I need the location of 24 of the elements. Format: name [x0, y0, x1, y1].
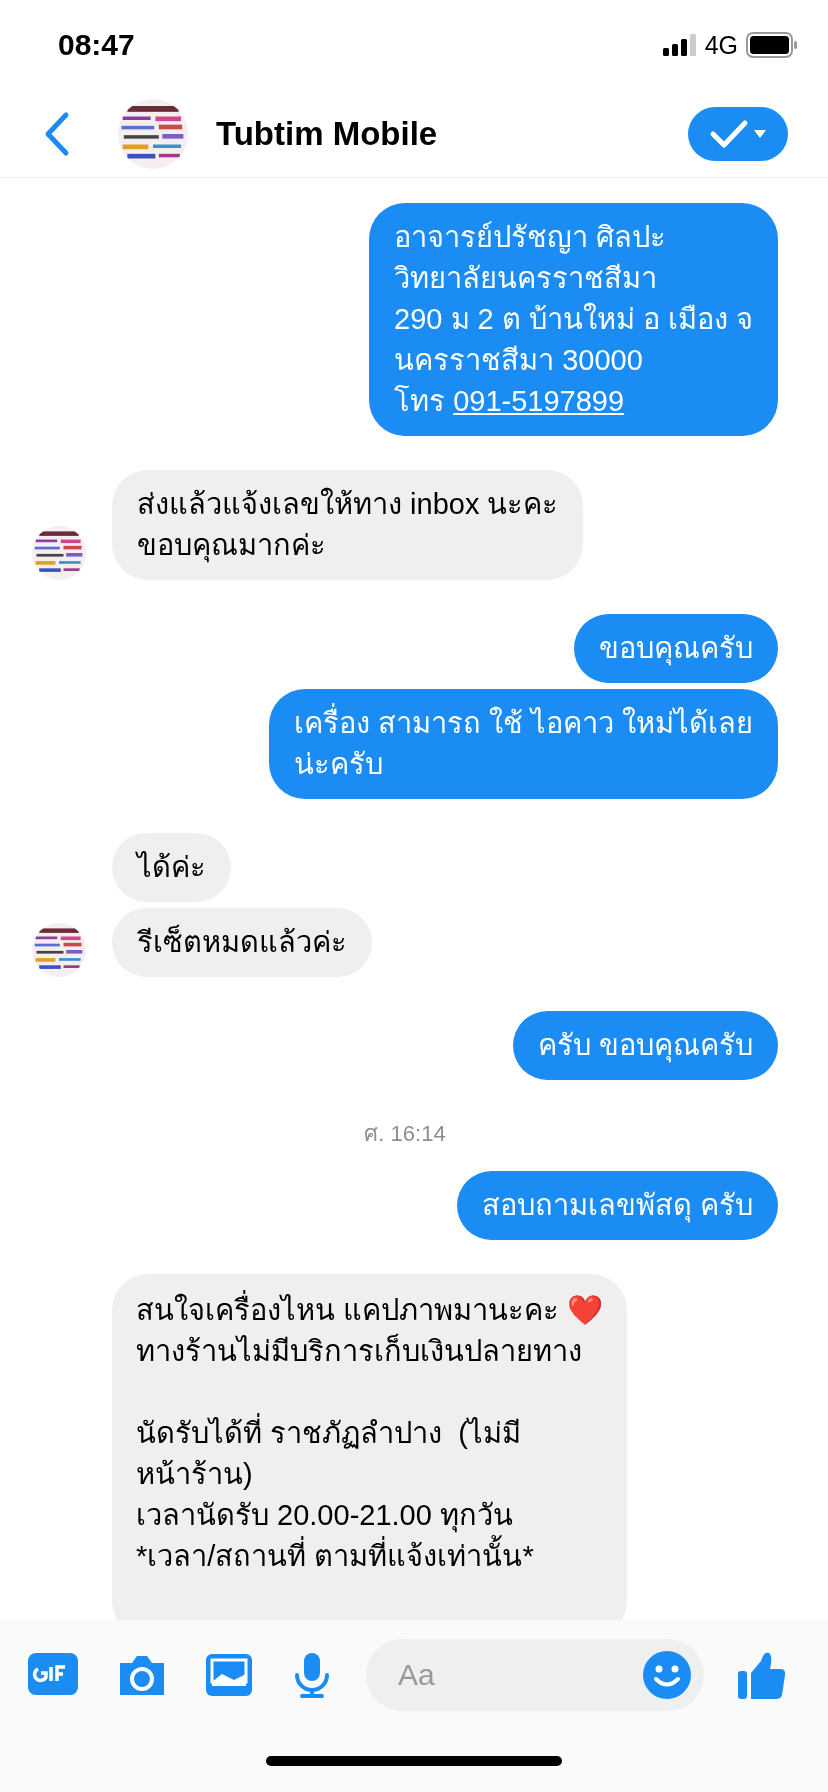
message-field[interactable]: Aa [396, 1657, 642, 1693]
sent-message: ครับ ขอบคุณครับ [512, 1011, 778, 1080]
sent-message: ขอบคุณครับ [574, 614, 778, 683]
received-message: รีเซ็ตหมดแล้วค่ะ [112, 908, 372, 977]
image-button[interactable] [204, 1652, 254, 1698]
signal-icon [662, 34, 697, 56]
emoji-icon[interactable] [642, 1650, 692, 1700]
sent-message: สอบถามเลขพัสดุ ครับ [456, 1171, 778, 1240]
received-message: ได้ค่ะ [112, 833, 231, 902]
timestamp: ศ. 16:14 [363, 1120, 447, 1148]
chat-title: Tubtim Mobile [216, 114, 439, 153]
microphone-button[interactable] [292, 1651, 332, 1699]
sent-message: เครื่อง สามารถ ใช้ ไอคาว ใหม่ได้เลย น่ะครับ [268, 689, 778, 799]
check-icon [709, 118, 749, 149]
status-time: 08:47 [58, 28, 135, 62]
caret-icon [753, 128, 767, 139]
sent-message: อาจารย์ปรัชญา ศิลปะ วิทยาลัยนครราชสีมา 290 ม 2 ต บ้านใหม่ อ เมือง จ นครราชสีมา 30000 โทร 091-5197899 [369, 203, 778, 436]
check-dropdown-button[interactable] [688, 106, 788, 161]
received-message: ส่งแล้วแจ้งเลขให้ทาง inbox นะคะ ขอบคุณมากค่ะ [112, 470, 584, 580]
message-field[interactable]: Aa [366, 1639, 704, 1711]
phone-link[interactable]: 091-5197899 [453, 385, 625, 417]
battery-icon [746, 32, 798, 58]
received-message: สนใจเครื่องไหน แคปภาพมานะคะ ❤ ทางร้านไม่มีบริการเก็บเงินปลายทาง นัดรับได้ที่ ราชภัฏลำปาง (ไม่มี หน้าร้าน) เวลานัดรับ 20.00-21.00 ทุกวัน *เวลา/สถานที่ ตามที่แจ้งเท่านั้น* [112, 1274, 628, 1620]
network-label: 4G [704, 30, 738, 60]
